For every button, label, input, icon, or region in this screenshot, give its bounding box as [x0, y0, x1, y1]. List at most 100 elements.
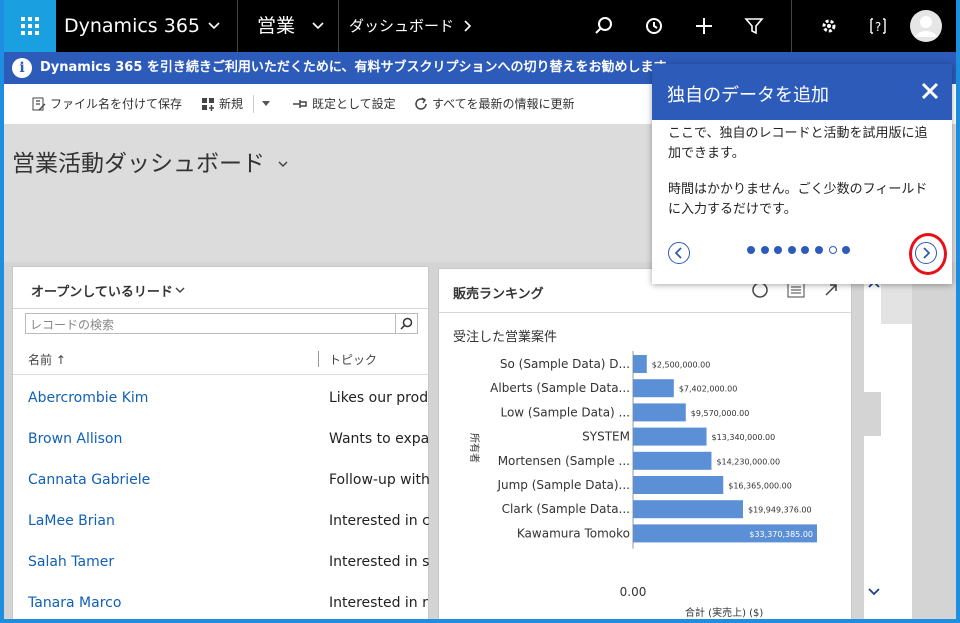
- data-label: $33,370,385.00: [749, 530, 813, 539]
- data-label: $19,949,376.00: [748, 506, 812, 515]
- chevron-right-icon: [923, 247, 930, 259]
- lead-name-link[interactable]: Brown Allison: [28, 431, 122, 447]
- table-row[interactable]: Salah Tamer Interested in s: [13, 541, 429, 582]
- search-icon[interactable]: [592, 14, 616, 38]
- nav-divider: [237, 0, 238, 52]
- lead-topic: Interested in c: [329, 513, 429, 529]
- search-icon: [400, 317, 413, 330]
- chart-bar[interactable]: [633, 427, 707, 446]
- chart-bar[interactable]: [633, 403, 686, 422]
- column-divider[interactable]: [318, 351, 319, 367]
- set-default-button[interactable]: 既定として設定: [292, 84, 396, 124]
- leads-view-title[interactable]: オープンしているリード: [31, 281, 173, 300]
- x-tick-label: 0.00: [620, 585, 647, 599]
- step-dot: [747, 246, 755, 254]
- step-dot: [801, 246, 810, 254]
- new-icon: [202, 98, 214, 111]
- help-icon[interactable]: ?: [866, 14, 890, 38]
- popup-header: 独自のデータを追加: [652, 64, 952, 120]
- gear-icon[interactable]: [817, 14, 841, 38]
- lead-name-link[interactable]: Cannata Gabriele: [28, 472, 150, 488]
- table-row[interactable]: Abercrombie Kim Likes our prod: [13, 377, 428, 418]
- new-label: 新規: [219, 97, 244, 111]
- step-dot: [787, 246, 796, 254]
- open-leads-panel: オープンしているリード レコードの検索 名前 ↑ トピック Abercrombi…: [12, 266, 429, 619]
- app-launcher-icon[interactable]: [4, 0, 56, 52]
- lead-topic: Interested in s: [329, 554, 429, 570]
- chevron-down-icon[interactable]: [175, 287, 185, 294]
- next-button[interactable]: [915, 242, 937, 264]
- chart-bar[interactable]: [633, 476, 724, 494]
- app-name[interactable]: Dynamics 365: [64, 0, 200, 52]
- lead-topic: Likes our prod: [329, 390, 429, 406]
- close-icon: [921, 82, 939, 100]
- plus-icon[interactable]: [692, 14, 716, 38]
- refresh-all-label: すべてを最新の情報に更新: [432, 97, 575, 111]
- notification-text: Dynamics 365 を引き続きご利用いただくために、有料サブスクリプション…: [40, 60, 667, 75]
- page-title: 営業活動ダッシュボード: [12, 151, 265, 177]
- chart-bar[interactable]: [633, 451, 712, 470]
- column-header-name[interactable]: 名前 ↑: [28, 351, 66, 368]
- x-axis-label: 合計 (実売上) ($): [685, 606, 763, 619]
- onboarding-popup: 独自のデータを追加 ここで、独自のレコードと活動を試用版に追加できます。 時間は…: [652, 64, 952, 284]
- lead-topic: Follow-up with: [329, 472, 429, 488]
- lead-name-link[interactable]: Abercrombie Kim: [28, 390, 148, 406]
- lead-name-link[interactable]: LaMee Brian: [28, 513, 115, 529]
- previous-button[interactable]: [668, 242, 690, 264]
- sales-ranking-panel: 販売ランキング 受注した営業案件 所有者 合計 (実売上) ($) 0.00 S…: [438, 268, 853, 623]
- chart-bar[interactable]: [633, 379, 674, 398]
- nav-divider: [791, 0, 792, 52]
- lead-name-link[interactable]: Tanara Marco: [28, 595, 121, 611]
- expand-chart-icon[interactable]: [823, 282, 839, 298]
- data-label: $7,402,000.00: [679, 385, 738, 394]
- table-row[interactable]: Tanara Marco Interested in r: [13, 582, 428, 619]
- save-as-button[interactable]: ファイル名を付けて保存: [32, 84, 182, 124]
- search-input[interactable]: レコードの検索: [25, 313, 418, 334]
- sales-ranking-chart[interactable]: 受注した営業案件 所有者 合計 (実売上) ($) 0.00 So (Sampl…: [439, 313, 853, 623]
- chart-title: 受注した営業案件: [453, 329, 557, 345]
- chart-bar[interactable]: [633, 355, 647, 373]
- chevron-right-icon[interactable]: [456, 14, 480, 38]
- category-label: Jump (Sample Data)...: [496, 478, 630, 492]
- search-button[interactable]: [395, 314, 417, 333]
- chevron-down-icon[interactable]: [202, 14, 226, 38]
- new-dropdown-button[interactable]: [253, 95, 271, 113]
- close-button[interactable]: [918, 79, 942, 103]
- filter-icon[interactable]: [742, 14, 766, 38]
- recent-history-icon[interactable]: [642, 14, 666, 38]
- search-placeholder: レコードの検索: [30, 318, 115, 332]
- lead-name-link[interactable]: Salah Tamer: [28, 554, 114, 570]
- dashboard-selector[interactable]: 営業活動ダッシュボード: [12, 144, 288, 178]
- view-records-icon[interactable]: [787, 282, 805, 298]
- chart-bar[interactable]: [633, 500, 743, 519]
- set-default-label: 既定として設定: [312, 97, 396, 111]
- y-axis-label: 所有者: [468, 433, 481, 463]
- save-as-label: ファイル名を付けて保存: [50, 97, 183, 111]
- pin-icon: [293, 100, 307, 108]
- area-name[interactable]: 営業: [257, 0, 295, 52]
- data-label: $16,365,000.00: [728, 482, 792, 491]
- step-dot: [760, 246, 769, 254]
- table-row[interactable]: Brown Allison Wants to expa: [13, 418, 429, 459]
- table-row[interactable]: LaMee Brian Interested in c: [13, 500, 429, 541]
- scroll-down-icon[interactable]: [868, 588, 880, 596]
- avatar[interactable]: [910, 10, 942, 42]
- new-button[interactable]: 新規: [201, 84, 243, 124]
- table-header: 名前 ↑ トピック: [13, 341, 428, 375]
- popup-title: 独自のデータを追加: [667, 85, 829, 106]
- page-name[interactable]: ダッシュボード: [349, 0, 454, 52]
- category-label: Alberts (Sample Data...: [490, 381, 630, 395]
- dashboard-scrollbar[interactable]: [864, 262, 912, 619]
- refresh-all-button[interactable]: すべてを最新の情報に更新: [414, 84, 574, 124]
- data-label: $9,570,000.00: [691, 409, 750, 418]
- category-label: Low (Sample Data) ...: [500, 405, 630, 419]
- lead-topic: Wants to expa: [329, 431, 429, 447]
- table-row[interactable]: Cannata Gabriele Follow-up with: [13, 459, 429, 500]
- data-label: $13,340,000.00: [712, 433, 776, 442]
- column-header-topic[interactable]: トピック: [329, 351, 377, 368]
- scrollbar-thumb[interactable]: [864, 392, 881, 436]
- chevron-down-icon[interactable]: [306, 14, 330, 38]
- lead-topic: Interested in r: [329, 595, 428, 611]
- category-label: SYSTEM: [582, 430, 630, 444]
- caret-down-icon: [262, 101, 270, 106]
